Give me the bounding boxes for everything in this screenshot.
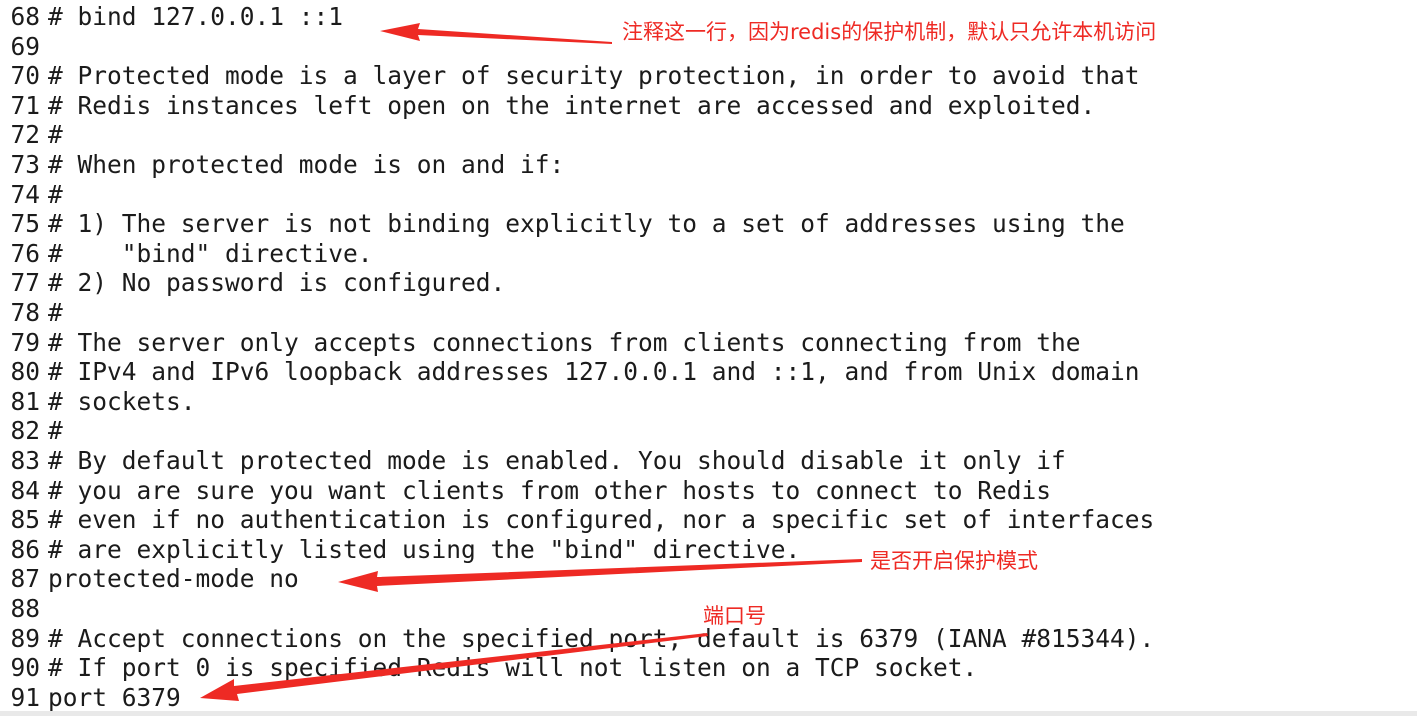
annotation-port-note: 端口号 [703,604,766,628]
arrow-port-note [200,633,708,701]
arrow-protected-note [338,559,862,592]
arrow-bind-note [380,23,612,44]
annotation-protected-mode-note: 是否开启保护模式 [870,549,1038,573]
annotation-bind-note: 注释这一行，因为redis的保护机制，默认只允许本机访问 [622,20,1157,44]
